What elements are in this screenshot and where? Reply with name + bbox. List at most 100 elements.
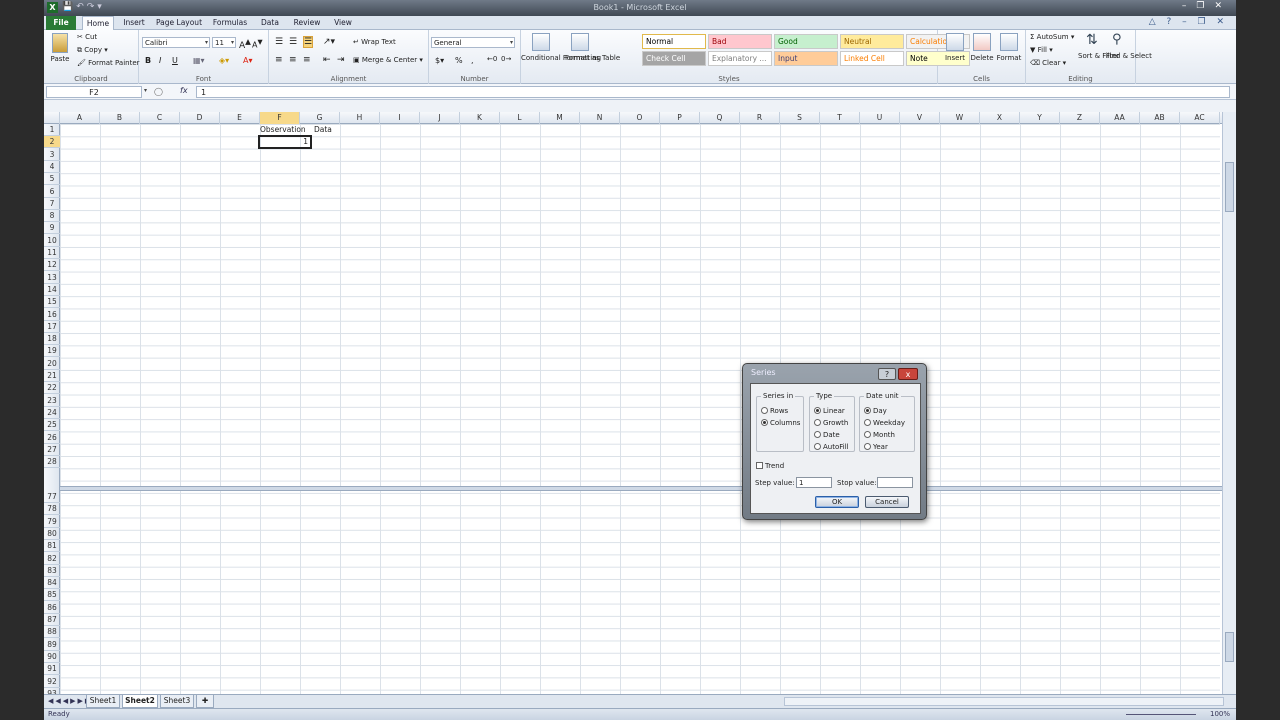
borders-icon[interactable]: ▦▾ [193, 56, 205, 65]
ok-button[interactable]: OK [815, 496, 859, 508]
cell-style-input[interactable]: Input [774, 51, 838, 66]
row-header-91[interactable]: 91 [44, 663, 60, 676]
row-header-20[interactable]: 20 [44, 358, 60, 370]
row-header-10[interactable]: 10 [44, 235, 60, 247]
radio-growth[interactable]: Growth [814, 419, 848, 427]
paste-icon[interactable] [52, 33, 68, 53]
format-as-table-button[interactable]: Format as Table [565, 54, 620, 62]
row-header-80[interactable]: 80 [44, 528, 60, 540]
fill-color-icon[interactable]: ◈▾ [219, 56, 229, 65]
radio-month[interactable]: Month [864, 431, 895, 439]
zoom-slider[interactable] [1126, 714, 1196, 715]
align-left-icon[interactable]: ≡ [275, 55, 283, 65]
grow-font-button[interactable]: A▲ [239, 37, 251, 51]
radio-rows[interactable]: Rows [761, 407, 788, 415]
find-select-button[interactable]: Find & Select [1106, 52, 1152, 60]
column-header-f[interactable]: F [260, 112, 300, 124]
autosum-button[interactable]: Σ AutoSum ▾ [1030, 33, 1074, 41]
active-cell-f2[interactable]: 1 [258, 135, 312, 149]
column-header-b[interactable]: B [100, 112, 140, 124]
name-box[interactable]: F2 [46, 86, 142, 98]
row-header-17[interactable]: 17 [44, 321, 60, 333]
new-sheet-icon[interactable]: ✚ [196, 695, 214, 708]
conditional-formatting-icon[interactable] [532, 33, 550, 51]
row-header-12[interactable]: 12 [44, 259, 60, 272]
sort-filter-icon[interactable]: ⇅ [1086, 32, 1098, 48]
column-header-d[interactable]: D [180, 112, 220, 124]
row-header-89[interactable]: 89 [44, 639, 60, 651]
row-header-87[interactable]: 87 [44, 614, 60, 626]
column-header-i[interactable]: I [380, 112, 420, 124]
font-name-select[interactable]: Calibri ▾ [142, 37, 210, 48]
binoculars-icon[interactable]: ⚲ [1112, 32, 1122, 47]
wrap-text-button[interactable]: ↵ Wrap Text [353, 38, 396, 46]
row-header-11[interactable]: 11 [44, 247, 60, 259]
cell-style-normal[interactable]: Normal [642, 34, 706, 49]
radio-weekday[interactable]: Weekday [864, 419, 905, 427]
format-button[interactable]: Format [994, 54, 1024, 62]
percent-button[interactable]: % [455, 56, 463, 65]
row-header-2[interactable]: 2 [44, 136, 60, 149]
row-header-7[interactable]: 7 [44, 198, 60, 210]
column-header-y[interactable]: Y [1020, 112, 1060, 124]
column-header-r[interactable]: R [740, 112, 780, 124]
column-header-x[interactable]: X [980, 112, 1020, 124]
scroll-thumb-top[interactable] [1225, 162, 1234, 212]
insert-cells-icon[interactable] [946, 33, 964, 51]
conditional-formatting-button[interactable]: Conditional Formatting [521, 54, 601, 62]
column-header-t[interactable]: T [820, 112, 860, 124]
cell-g1[interactable]: Data [314, 124, 354, 136]
select-all-corner[interactable] [44, 112, 60, 124]
cell-style-explanatory[interactable]: Explanatory ... [708, 51, 772, 66]
align-top-icon[interactable]: ☰ [275, 37, 283, 47]
scroll-thumb-bottom[interactable] [1225, 632, 1234, 662]
row-header-1[interactable]: 1 [44, 124, 60, 136]
radio-date[interactable]: Date [814, 431, 840, 439]
column-header-e[interactable]: E [220, 112, 260, 124]
row-header-25[interactable]: 25 [44, 419, 60, 432]
row-header-14[interactable]: 14 [44, 284, 60, 296]
number-format-select[interactable]: General ▾ [431, 37, 515, 48]
underline-button[interactable]: U [172, 56, 178, 65]
shrink-font-button[interactable]: A▼ [252, 38, 263, 50]
cell-style-linked-cell[interactable]: Linked Cell [840, 51, 904, 66]
delete-button[interactable]: Delete [967, 54, 997, 62]
font-color-icon[interactable]: A▾ [243, 56, 253, 65]
column-header-m[interactable]: M [540, 112, 580, 124]
comma-button[interactable]: , [471, 56, 474, 65]
column-header-aa[interactable]: AA [1100, 112, 1140, 124]
column-header-v[interactable]: V [900, 112, 940, 124]
sort-filter-button[interactable]: Sort & Filter [1078, 52, 1120, 60]
row-header-16[interactable]: 16 [44, 309, 60, 321]
italic-button[interactable]: I [159, 56, 161, 65]
row-header-85[interactable]: 85 [44, 589, 60, 602]
trend-checkbox[interactable]: Trend [756, 462, 784, 470]
align-bottom-icon[interactable]: ☰ [303, 36, 314, 48]
worksheet-grid[interactable]: A B C D E F G H I J K L M N O P Q R S T U V W X Y Z AA AB AC 1234567… [44, 112, 1236, 694]
fill-button[interactable]: ▼ Fill ▾ [1030, 46, 1053, 54]
clear-button[interactable]: ⌫ Clear ▾ [1030, 59, 1066, 67]
row-header-19[interactable]: 19 [44, 345, 60, 358]
cell-style-neutral[interactable]: Neutral [840, 34, 904, 49]
column-header-j[interactable]: J [420, 112, 460, 124]
row-header-23[interactable]: 23 [44, 395, 60, 407]
copy-button[interactable]: ⧉ Copy ▾ [77, 46, 108, 55]
row-header-28[interactable]: 28 [44, 456, 60, 469]
row-header-4[interactable]: 4 [44, 161, 60, 173]
chevron-down-icon[interactable]: ▾ [144, 87, 147, 94]
currency-button[interactable]: $▾ [435, 56, 444, 65]
formula-input[interactable]: 1 [196, 86, 1230, 98]
column-header-p[interactable]: P [660, 112, 700, 124]
pane-splitter[interactable] [60, 486, 1236, 491]
tab-review[interactable]: Review [290, 16, 324, 30]
sheet-tab-sheet1[interactable]: Sheet1 [86, 695, 120, 708]
column-header-ac[interactable]: AC [1180, 112, 1220, 124]
cut-button[interactable]: ✂ Cut [77, 33, 97, 41]
orientation-icon[interactable]: ↗▾ [323, 37, 335, 47]
column-header-g[interactable]: G [300, 112, 340, 124]
row-header-24[interactable]: 24 [44, 407, 60, 419]
cell-style-bad[interactable]: Bad [708, 34, 772, 49]
column-header-h[interactable]: H [340, 112, 380, 124]
bold-button[interactable]: B [145, 56, 151, 65]
row-header-26[interactable]: 26 [44, 432, 60, 444]
